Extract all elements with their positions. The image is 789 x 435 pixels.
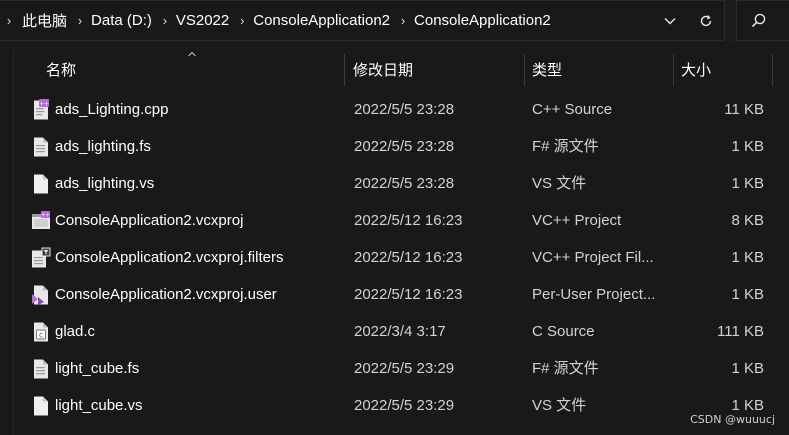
address-toolbar: › 此电脑 › Data (D:) › VS2022 › ConsoleAppl…: [0, 0, 789, 42]
file-name: light_cube.vs: [55, 397, 143, 414]
breadcrumb-drive[interactable]: Data (D:): [87, 12, 158, 29]
file-size: 1 KB: [731, 249, 764, 266]
search-box[interactable]: [736, 0, 789, 41]
refresh-icon: [700, 14, 712, 26]
text-file-icon: [34, 359, 48, 379]
cpp-file-icon: ++: [34, 99, 49, 120]
file-size: 1 KB: [731, 360, 764, 377]
chevron-right-icon[interactable]: ›: [396, 13, 410, 28]
file-size: 1 KB: [731, 175, 764, 192]
file-name: ads_lighting.fs: [55, 138, 151, 155]
file-row[interactable]: ConsoleApplication2.vcxproj.user 2022/5/…: [0, 276, 789, 313]
file-type: C Source: [532, 323, 595, 340]
file-row[interactable]: c glad.c 2022/3/4 3:17 C Source 111 KB: [0, 313, 789, 350]
file-row[interactable]: ConsoleApplication2.vcxproj.filters 2022…: [0, 239, 789, 276]
chevron-right-icon[interactable]: ›: [73, 13, 87, 28]
breadcrumb-solution-folder[interactable]: ConsoleApplication2: [249, 12, 396, 29]
file-size: 1 KB: [731, 286, 764, 303]
file-name: glad.c: [55, 323, 96, 340]
column-resize-handle[interactable]: [344, 54, 345, 86]
column-header-name[interactable]: 名称: [46, 50, 342, 88]
file-modified: 2022/3/4 3:17: [354, 323, 446, 340]
file-type: VC++ Project: [532, 212, 622, 229]
file-name: light_cube.fs: [55, 360, 140, 377]
file-type: VS 文件: [532, 175, 587, 192]
watermark: CSDN @wuuucj: [690, 413, 775, 426]
breadcrumb-this-pc[interactable]: 此电脑: [18, 10, 73, 31]
file-name: ads_lighting.vs: [55, 175, 155, 192]
file-type: VC++ Project Fil...: [532, 249, 654, 266]
column-resize-handle[interactable]: [524, 54, 525, 86]
file-row[interactable]: ++ ads_Lighting.cpp 2022/5/5 23:28 C++ S…: [0, 91, 789, 128]
chevron-down-icon: [664, 17, 676, 24]
filters-file-icon: [32, 247, 51, 268]
address-history-button[interactable]: [652, 1, 688, 40]
file-size: 11 KB: [724, 101, 764, 118]
user-file-icon: [32, 285, 48, 305]
svg-text:++: ++: [41, 213, 51, 219]
svg-text:c: c: [39, 330, 43, 339]
file-row[interactable]: ads_lighting.vs 2022/5/5 23:28 VS 文件 1 K…: [0, 165, 789, 202]
file-modified: 2022/5/5 23:28: [354, 175, 455, 192]
breadcrumb-vs2022[interactable]: VS2022: [172, 12, 235, 29]
file-name: ConsoleApplication2.vcxproj: [55, 212, 244, 229]
chevron-right-icon[interactable]: ›: [158, 13, 172, 28]
svg-text:++: ++: [39, 100, 49, 107]
file-row[interactable]: ads_lighting.fs 2022/5/5 23:28 F# 源文件 1 …: [0, 128, 789, 165]
search-icon: [751, 13, 766, 28]
file-name: ConsoleApplication2.vcxproj.filters: [55, 249, 284, 266]
column-resize-handle[interactable]: [772, 54, 773, 86]
file-name: ads_Lighting.cpp: [55, 101, 169, 118]
file-row[interactable]: ++ ConsoleApplication2.vcxproj 2022/5/12…: [0, 202, 789, 239]
file-type: F# 源文件: [532, 138, 599, 155]
column-resize-handle[interactable]: [673, 54, 674, 86]
blank-file-icon: [34, 174, 48, 194]
column-headers: 名称 修改日期 类型 大小: [0, 50, 789, 88]
file-modified: 2022/5/5 23:28: [354, 138, 455, 155]
blank-file-icon: [34, 396, 48, 416]
refresh-button[interactable]: [688, 1, 724, 40]
file-size: 111 KB: [717, 323, 764, 340]
file-name: ConsoleApplication2.vcxproj.user: [55, 286, 277, 303]
file-type: Per-User Project...: [532, 286, 656, 303]
file-row[interactable]: light_cube.vs 2022/5/5 23:29 VS 文件 1 KB: [0, 387, 789, 424]
vcxproj-file-icon: ++: [32, 211, 51, 229]
file-modified: 2022/5/5 23:29: [354, 360, 455, 377]
column-header-size[interactable]: 大小: [681, 50, 771, 88]
file-type: C++ Source: [532, 101, 613, 118]
file-row[interactable]: light_cube.fs 2022/5/5 23:29 F# 源文件 1 KB: [0, 350, 789, 387]
file-type: VS 文件: [532, 397, 587, 414]
address-bar[interactable]: › 此电脑 › Data (D:) › VS2022 › ConsoleAppl…: [0, 0, 725, 41]
chevron-right-icon[interactable]: ›: [0, 13, 18, 28]
file-size: 1 KB: [731, 138, 764, 155]
file-modified: 2022/5/5 23:29: [354, 397, 455, 414]
column-header-type[interactable]: 类型: [532, 50, 672, 88]
c-file-icon: c: [34, 322, 48, 342]
file-list: ++ ads_Lighting.cpp 2022/5/5 23:28 C++ S…: [0, 91, 789, 424]
text-file-icon: [34, 137, 48, 157]
file-size: 8 KB: [731, 212, 764, 229]
file-modified: 2022/5/12 16:23: [354, 212, 463, 229]
file-modified: 2022/5/12 16:23: [354, 286, 463, 303]
breadcrumb-project-folder[interactable]: ConsoleApplication2: [410, 12, 557, 29]
file-type: F# 源文件: [532, 360, 599, 377]
file-modified: 2022/5/12 16:23: [354, 249, 463, 266]
column-header-modified[interactable]: 修改日期: [353, 50, 523, 88]
file-modified: 2022/5/5 23:28: [354, 101, 455, 118]
chevron-right-icon[interactable]: ›: [235, 13, 249, 28]
